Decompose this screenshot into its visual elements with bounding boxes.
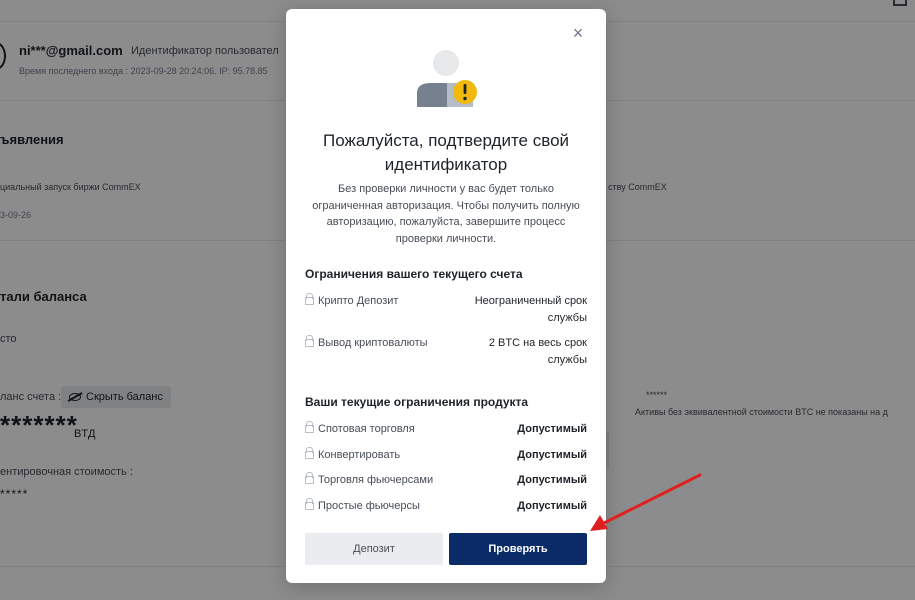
lock-icon bbox=[305, 472, 314, 484]
verify-identity-modal: × Пожалуйста, подтвердите свой идентифик… bbox=[286, 9, 606, 583]
limit-value: Неограниченный срок службы bbox=[474, 295, 587, 324]
limit-value: 2 BTC на весь срок службы bbox=[488, 337, 587, 366]
product-label: Спотовая торговля bbox=[305, 421, 415, 435]
limit-label-text: Крипто Депозит bbox=[318, 295, 399, 307]
product-label-text: Простые фьючерсы bbox=[318, 500, 420, 512]
product-value: Допустимый bbox=[517, 500, 587, 512]
limit-label: Крипто Депозит bbox=[305, 293, 399, 307]
product-label: Простые фьючерсы bbox=[305, 498, 420, 512]
product-label: Конвертировать bbox=[305, 447, 401, 461]
lock-icon bbox=[305, 447, 314, 459]
limit-label-text: Вывод криптовалюты bbox=[318, 337, 428, 349]
annotation-arrow-icon bbox=[590, 473, 702, 531]
product-limits-title: Ваши текущие ограничения продукта bbox=[305, 395, 529, 409]
modal-title: Пожалуйста, подтвердите свой идентификат… bbox=[322, 131, 570, 174]
limit-label: Вывод криптовалюты bbox=[305, 335, 428, 349]
close-icon[interactable]: × bbox=[568, 23, 588, 43]
lock-icon bbox=[305, 498, 314, 510]
lock-icon bbox=[305, 293, 314, 305]
account-limits-title: Ограничения вашего текущего счета bbox=[305, 267, 523, 281]
modal-description: Без проверки личности у вас будет только… bbox=[312, 183, 580, 245]
product-value: Допустимый bbox=[517, 449, 587, 461]
user-warning-icon bbox=[417, 50, 477, 107]
product-label-text: Конвертировать bbox=[318, 449, 401, 461]
product-label: Торговля фьючерсами bbox=[305, 472, 434, 486]
verify-button[interactable]: Проверять bbox=[449, 533, 587, 565]
lock-icon bbox=[305, 335, 314, 347]
deposit-button[interactable]: Депозит bbox=[305, 533, 443, 565]
product-value: Допустимый bbox=[517, 423, 587, 435]
product-label-text: Спотовая торговля bbox=[318, 423, 415, 435]
product-label-text: Торговля фьючерсами bbox=[318, 474, 434, 486]
lock-icon bbox=[305, 421, 314, 433]
product-value: Допустимый bbox=[517, 474, 587, 486]
